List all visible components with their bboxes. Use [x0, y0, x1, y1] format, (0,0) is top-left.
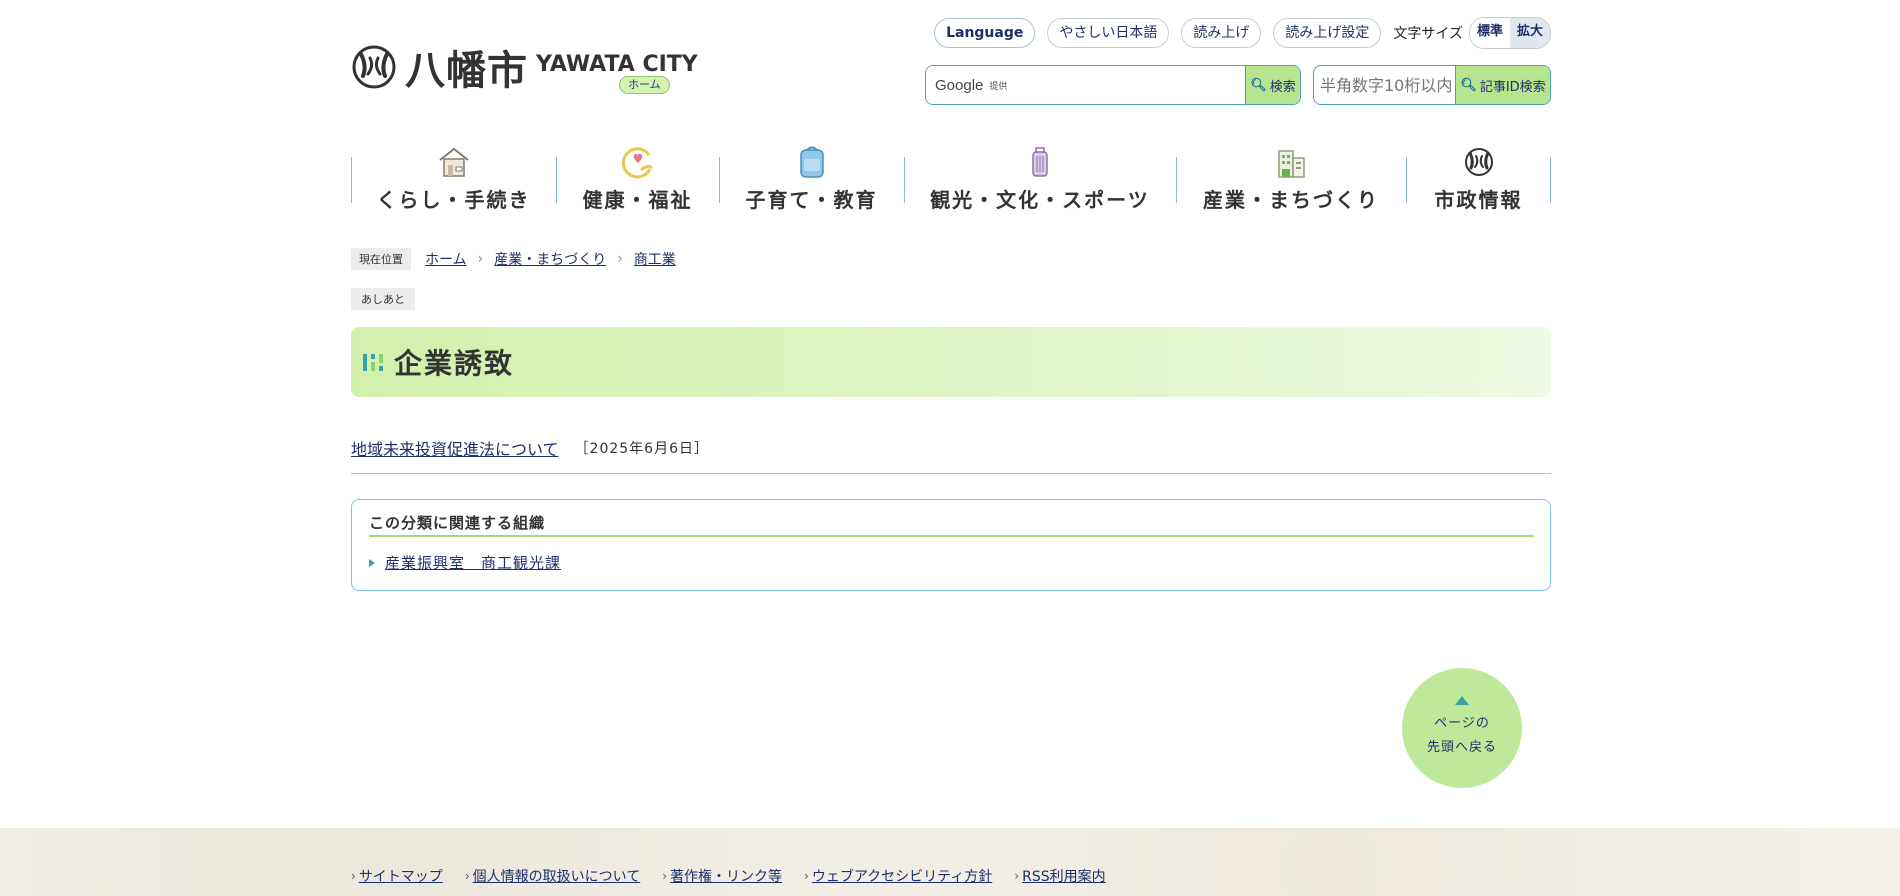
footer-link-rss[interactable]: RSS利用案内: [1022, 866, 1106, 886]
chevron-right-icon: ›: [351, 869, 356, 883]
nav-item-tourism[interactable]: 観光・文化・スポーツ: [904, 145, 1176, 215]
breadcrumb-link-industry[interactable]: 産業・まちづくり: [494, 249, 606, 269]
footer-link-item: › RSS利用案内: [1014, 866, 1105, 886]
footer-link-copyright[interactable]: 著作権・リンク等: [670, 866, 782, 886]
house-icon: [438, 147, 469, 177]
footer: › サイトマップ › 個人情報の取扱いについて › 著作権・リンク等 › ウェブアクセシ…: [0, 828, 1900, 896]
global-nav: くらし・手続き 健康・福祉 子育て・教育 観光・文化・スポーツ 産業・まちづくり…: [351, 145, 1551, 215]
article-id-input[interactable]: [1314, 66, 1455, 104]
site-search: Google 提供 🔍︎ 検索: [925, 65, 1301, 105]
page-top-label-line2: 先頭へ戻る: [1426, 740, 1497, 755]
chevron-right-icon: ›: [804, 869, 809, 883]
font-size-label: 文字サイズ: [1393, 26, 1463, 42]
page-top-label-line1: ページの: [1434, 716, 1490, 731]
search-row: Google 提供 🔍︎ 検索 🔍︎ 記事ID検索: [925, 65, 1551, 105]
logo-text-japanese: 八幡市: [405, 48, 528, 94]
buildings-icon: [1278, 150, 1305, 178]
footer-link-privacy[interactable]: 個人情報の取扱いについて: [473, 866, 641, 886]
chevron-right-icon: ›: [1014, 869, 1020, 883]
school-bag-icon: [799, 146, 824, 178]
nav-item-industry[interactable]: 産業・まちづくり: [1176, 145, 1406, 215]
article-id-search-button[interactable]: 🔍︎ 記事ID検索: [1455, 66, 1550, 104]
arrow-up-icon: [1455, 696, 1469, 705]
related-org-box: この分類に関連する組織 産業振興室 商工観光課: [351, 499, 1551, 591]
chevron-right-icon: ›: [477, 251, 484, 267]
easy-japanese-button[interactable]: やさしい日本語: [1047, 18, 1170, 48]
font-size-large-button[interactable]: 拡大: [1509, 18, 1550, 48]
chevron-right-icon: ›: [464, 869, 470, 883]
footer-link-item: › ウェブアクセシビリティ方針: [804, 866, 992, 886]
font-size-toggle: 標準 拡大: [1468, 17, 1551, 49]
heading-mark-icon: [363, 354, 383, 371]
article-id-search: 🔍︎ 記事ID検索: [1313, 65, 1551, 105]
nav-label-health: 健康・福祉: [582, 188, 693, 212]
nav-label-city-info: 市政情報: [1434, 188, 1523, 212]
search-icon: 🔍︎: [1250, 77, 1267, 93]
nav-label-tourism: 観光・文化・スポーツ: [930, 188, 1150, 212]
list-item: 地域未来投資促進法について ［2025年6月6日］: [351, 436, 709, 460]
city-emblem-icon: [1464, 148, 1493, 176]
footer-link-item: › サイトマップ: [351, 866, 443, 886]
city-emblem-icon: [352, 45, 396, 89]
google-provided-label: 提供: [989, 81, 1008, 92]
breadcrumb-link-home[interactable]: ホーム: [425, 249, 467, 269]
divider: [351, 473, 1551, 474]
google-brand-label: Google: [935, 76, 984, 94]
nav-item-living[interactable]: くらし・手続き: [351, 145, 556, 215]
divider: [369, 535, 1534, 537]
logo-text-english: YAWATA CITY: [536, 51, 698, 77]
site-search-button[interactable]: 🔍︎ 検索: [1245, 66, 1300, 104]
nav-item-city-info[interactable]: 市政情報: [1406, 145, 1551, 215]
ashiato-label: あしあと: [351, 288, 415, 310]
breadcrumb: 現在位置 ホーム › 産業・まちづくり › 商工業: [351, 248, 676, 270]
chevron-right-icon: ›: [617, 251, 623, 267]
heart-hand-icon: [621, 147, 652, 179]
breadcrumb-link-commerce[interactable]: 商工業: [634, 249, 676, 269]
language-button[interactable]: Language: [934, 18, 1036, 48]
site-search-input[interactable]: Google 提供: [926, 66, 1245, 104]
footer-link-sitemap[interactable]: サイトマップ: [359, 866, 443, 886]
nav-label-industry: 産業・まちづくり: [1203, 188, 1379, 212]
article-link[interactable]: 地域未来投資促進法について: [351, 436, 559, 460]
related-org-title: この分類に関連する組織: [369, 514, 546, 532]
triangle-right-icon: [369, 558, 375, 567]
search-button-label: 検索: [1269, 79, 1296, 95]
nav-label-childcare: 子育て・教育: [745, 188, 878, 212]
footer-link-accessibility[interactable]: ウェブアクセシビリティ方針: [812, 866, 992, 886]
nav-item-health[interactable]: 健康・福祉: [556, 145, 719, 215]
footer-links: › サイトマップ › 個人情報の取扱いについて › 著作権・リンク等 › ウェブアクセシ…: [351, 866, 1128, 886]
footer-link-item: › 個人情報の取扱いについて: [465, 866, 640, 886]
page-title: 企業誘致: [394, 347, 515, 380]
nav-item-childcare[interactable]: 子育て・教育: [719, 145, 904, 215]
read-aloud-settings-button[interactable]: 読み上げ設定: [1273, 18, 1382, 48]
related-org-item: 産業振興室 商工観光課: [369, 552, 561, 573]
font-size-standard-button[interactable]: 標準: [1469, 18, 1510, 48]
footer-link-item: › 著作権・リンク等: [662, 866, 782, 886]
search-icon: 🔍︎: [1460, 77, 1477, 93]
article-date: ［2025年6月6日］: [574, 441, 709, 457]
home-badge[interactable]: ホーム: [619, 76, 670, 94]
related-org-link[interactable]: 産業振興室 商工観光課: [385, 552, 561, 573]
article-id-button-label: 記事ID検索: [1479, 79, 1546, 95]
breadcrumb-current-label: 現在位置: [351, 248, 411, 270]
nav-label-living: くらし・手続き: [376, 188, 531, 212]
page-title-banner: 企業誘致: [351, 327, 1551, 397]
chevron-right-icon: ›: [662, 869, 668, 883]
utility-bar: Language やさしい日本語 読み上げ 読み上げ設定 文字サイズ 標準 拡大: [922, 17, 1551, 49]
suitcase-icon: [1032, 147, 1048, 177]
read-aloud-button[interactable]: 読み上げ: [1181, 18, 1262, 48]
page-top-button[interactable]: ページの 先頭へ戻る: [1402, 668, 1522, 788]
